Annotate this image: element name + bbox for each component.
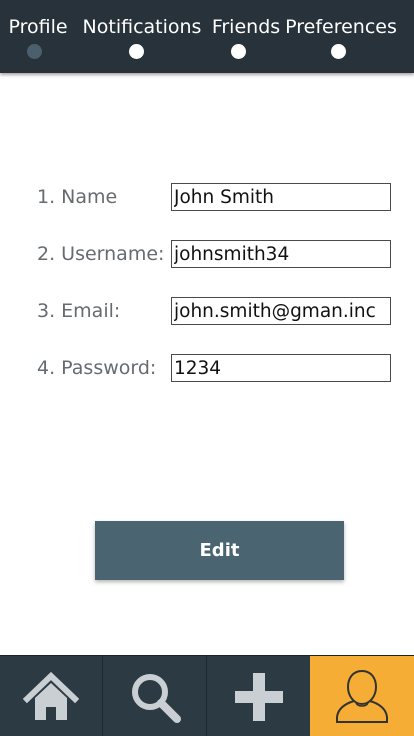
top-tab-bar: Profile Notifications Friends Preference…	[0, 0, 414, 73]
tab-preferences-label: Preferences	[285, 16, 397, 38]
email-field[interactable]	[171, 297, 391, 325]
tab-notifications[interactable]: Notifications	[81, 0, 203, 73]
home-icon	[23, 671, 79, 720]
plus-icon	[234, 672, 283, 721]
name-field[interactable]	[171, 183, 391, 211]
tab-preferences-indicator	[331, 44, 346, 59]
email-label: 3. Email:	[37, 300, 121, 322]
name-label: 1. Name	[37, 186, 118, 208]
tab-profile-indicator	[27, 44, 42, 59]
nav-search-button[interactable]	[103, 656, 207, 736]
edit-button[interactable]: Edit	[95, 521, 344, 580]
username-field[interactable]	[171, 240, 391, 268]
search-icon	[131, 673, 181, 723]
password-field[interactable]	[171, 354, 391, 382]
user-icon	[336, 669, 388, 723]
tab-friends-label: Friends	[211, 16, 281, 38]
tab-notifications-indicator	[129, 44, 144, 59]
tab-profile-label: Profile	[8, 16, 68, 38]
nav-profile-button[interactable]	[310, 656, 414, 736]
tab-preferences[interactable]: Preferences	[285, 0, 397, 73]
nav-add-button[interactable]	[207, 656, 310, 736]
tab-friends-indicator	[231, 44, 246, 59]
username-label: 2. Username:	[37, 243, 165, 265]
tab-notifications-label: Notifications	[82, 16, 202, 38]
password-label: 4. Password:	[37, 357, 157, 379]
tab-friends[interactable]: Friends	[208, 0, 284, 73]
bottom-nav	[0, 655, 414, 736]
tab-profile[interactable]: Profile	[0, 0, 76, 73]
nav-home-button[interactable]	[0, 656, 103, 736]
